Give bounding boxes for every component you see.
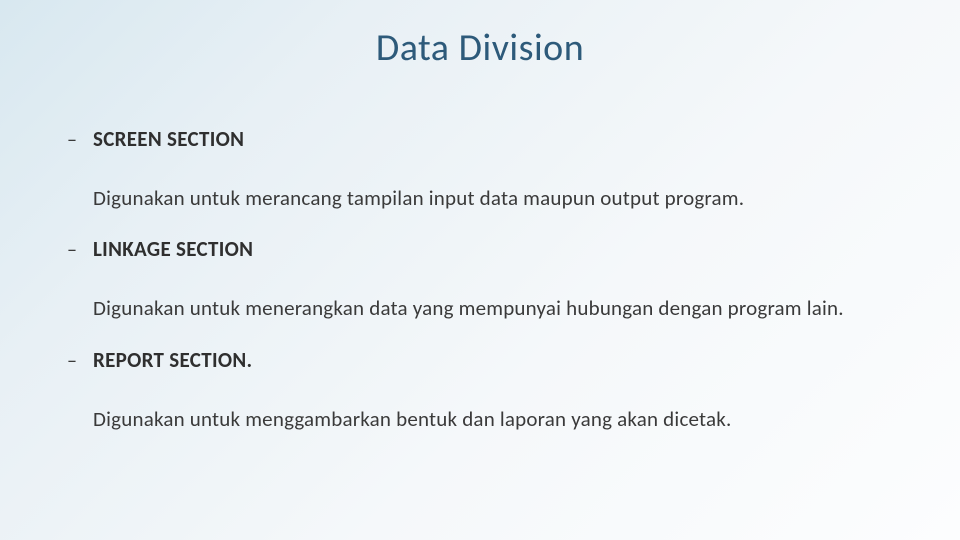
slide: Data Division – SCREEN SECTION Digunakan… xyxy=(0,0,960,540)
dash-icon: – xyxy=(65,238,93,262)
section-heading: LINKAGE SECTION xyxy=(93,236,253,262)
list-item: – LINKAGE SECTION Digunakan untuk menera… xyxy=(65,236,900,332)
section-description: Digunakan untuk menerangkan data yang me… xyxy=(65,284,900,332)
list-item: – SCREEN SECTION Digunakan untuk meranca… xyxy=(65,126,900,222)
section-heading: SCREEN SECTION xyxy=(93,126,244,152)
heading-row: – LINKAGE SECTION xyxy=(65,236,900,262)
dash-icon: – xyxy=(65,349,93,373)
section-description: Digunakan untuk menggambarkan bentuk dan… xyxy=(65,395,900,443)
heading-row: – SCREEN SECTION xyxy=(65,126,900,152)
dash-icon: – xyxy=(65,128,93,152)
section-heading: REPORT SECTION. xyxy=(93,347,252,373)
heading-row: – REPORT SECTION. xyxy=(65,347,900,373)
list-item: – REPORT SECTION. Digunakan untuk mengga… xyxy=(65,347,900,443)
section-description: Digunakan untuk merancang tampilan input… xyxy=(65,174,900,222)
slide-title: Data Division xyxy=(60,25,900,71)
content-area: – SCREEN SECTION Digunakan untuk meranca… xyxy=(60,126,900,443)
